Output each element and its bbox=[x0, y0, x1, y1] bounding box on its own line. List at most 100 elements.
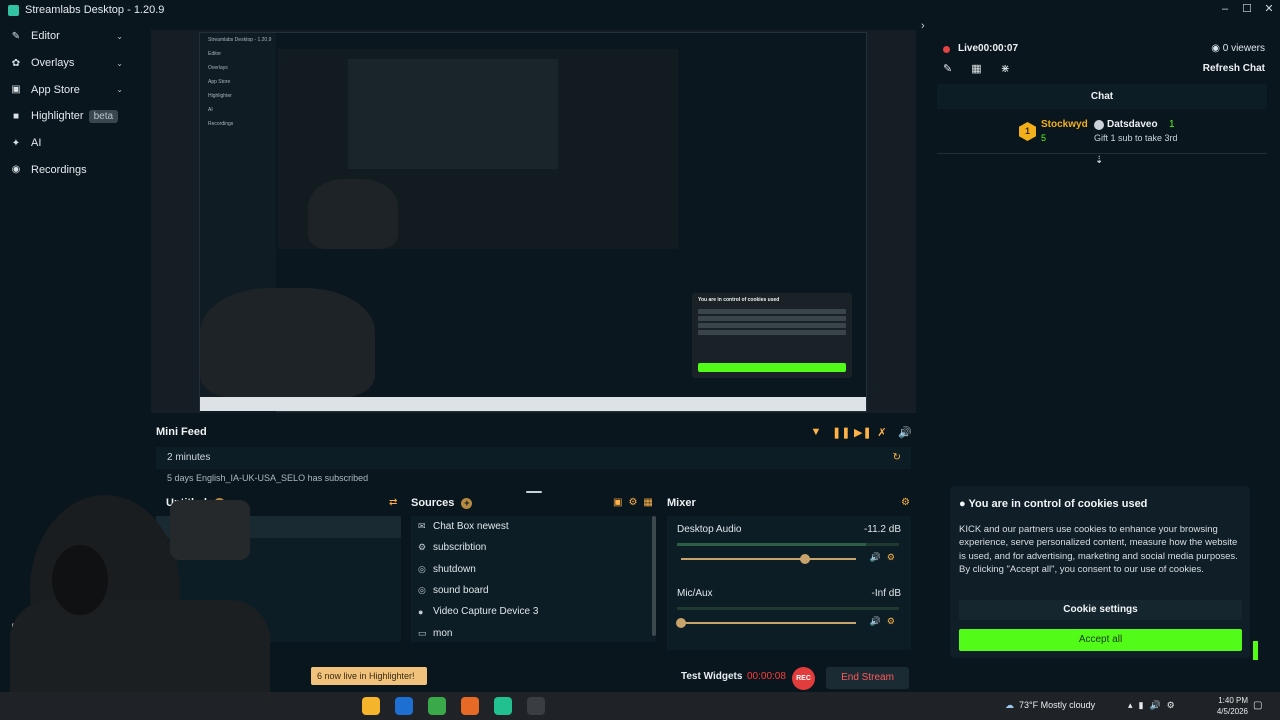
notification-icon[interactable]: ▢ bbox=[1253, 700, 1262, 711]
monitor-icon: ▭ bbox=[418, 627, 427, 638]
sidebar-item-label: App Store bbox=[31, 83, 80, 96]
filter-icon[interactable]: ▼ bbox=[810, 426, 822, 439]
sidebar-item-dashboard[interactable]: ▦ Dashb bbox=[0, 614, 135, 640]
window-title: Streamlabs Desktop - 1.20.9 bbox=[25, 4, 165, 16]
sidebar-item-ai[interactable]: ✦ AI bbox=[0, 130, 135, 157]
volume-slider-knob[interactable] bbox=[676, 618, 686, 628]
refresh-icon[interactable]: ↻ bbox=[893, 447, 901, 469]
chevron-right-icon[interactable]: › bbox=[921, 20, 925, 32]
nested-recursive-frame bbox=[348, 59, 558, 169]
scene-transitions-icon[interactable]: ⇄ bbox=[389, 497, 397, 508]
source-item[interactable]: ✉ Chat Box newest bbox=[411, 516, 656, 537]
pencil-icon: ✎ bbox=[11, 30, 21, 42]
taskbar-apps bbox=[362, 697, 545, 715]
gift-icon bbox=[1094, 120, 1104, 130]
mini-feed-title: Mini Feed bbox=[156, 426, 207, 438]
sidebar-item-label: Recordings bbox=[31, 163, 87, 176]
sidebar-item-get-help[interactable]: ? Get He bbox=[0, 640, 135, 666]
test-widgets-button[interactable]: Test Widgets bbox=[681, 671, 742, 682]
nested-nav-item: Editor bbox=[208, 51, 222, 57]
gift-message: Gift 1 sub to take 3rd bbox=[1094, 133, 1178, 143]
clock[interactable]: 1:40 PM 4/5/2026 bbox=[1204, 695, 1248, 717]
chat-icon: ✉ bbox=[418, 521, 426, 532]
nested-cookie-banner: You are in control of cookies used bbox=[692, 293, 852, 378]
folder-icon[interactable]: ▦ bbox=[971, 62, 981, 75]
mixer-channel-controls[interactable]: 🔊⚙ bbox=[870, 552, 901, 563]
pause-icon[interactable]: ❚❚ bbox=[832, 426, 850, 439]
nested-preview-area bbox=[278, 49, 678, 249]
stream-preview[interactable]: Streamlabs Desktop - 1.20.9 Editor Overl… bbox=[151, 30, 916, 413]
rec-button[interactable]: REC bbox=[792, 667, 815, 690]
nested-nav-item: AI bbox=[208, 107, 213, 113]
mini-feed-event: 5 days English_IA-UK-USA_SELO has subscr… bbox=[167, 473, 369, 483]
share-icon[interactable]: ⋇ bbox=[1001, 62, 1010, 75]
source-item[interactable]: ● Video Capture Device 3 bbox=[411, 601, 656, 622]
add-source-button[interactable]: + bbox=[461, 497, 473, 509]
recipient-name[interactable]: Datsdaveo bbox=[1107, 119, 1158, 130]
source-actions-icon[interactable]: ▣⚙▦ bbox=[613, 497, 659, 508]
title-bar: Streamlabs Desktop - 1.20.9 – ☐ ✕ bbox=[0, 0, 1280, 20]
volume-icon[interactable]: 🔊 bbox=[898, 426, 912, 439]
recipient-count: 1 bbox=[1169, 119, 1175, 130]
sidebar-bottom: ▦ Dashb ? Get He ⚙ Se bbox=[0, 614, 135, 692]
sidebar-item-settings[interactable]: ⚙ Se bbox=[0, 666, 135, 692]
sidebar-item-label: Dashb bbox=[31, 621, 63, 633]
scene-item-selected[interactable] bbox=[156, 516, 401, 538]
cookie-title: ● You are in control of cookies used bbox=[959, 498, 1148, 510]
chat-tools: ✎ ▦ ⋇ bbox=[943, 62, 1010, 75]
volume-slider[interactable] bbox=[681, 554, 856, 564]
streamlabs-window: Streamlabs Desktop - 1.20.9 – ☐ ✕ ✎ Edit… bbox=[0, 0, 1280, 720]
sources-scrollbar[interactable] bbox=[652, 516, 656, 636]
resize-handle[interactable] bbox=[526, 491, 542, 493]
scroll-down-icon[interactable]: ⇣ bbox=[1095, 155, 1103, 166]
highlighter-toast[interactable]: 6 now live in Highlighter! bbox=[311, 667, 427, 685]
close-button[interactable]: ✕ bbox=[1258, 0, 1280, 20]
app-icon[interactable] bbox=[527, 697, 545, 715]
source-item[interactable]: ◎ shutdown bbox=[411, 559, 656, 580]
end-stream-button[interactable]: End Stream bbox=[826, 667, 909, 689]
rank-badge: 1 bbox=[1019, 122, 1036, 141]
chat-header: Chat bbox=[937, 84, 1267, 109]
accept-all-button[interactable]: Accept all bbox=[959, 629, 1242, 651]
sidebar-item-overlays[interactable]: ✿ Overlays ⌄ bbox=[0, 50, 135, 77]
skip-icon[interactable]: ▶❚ bbox=[854, 426, 872, 439]
scenes-title: Untitled + bbox=[166, 497, 225, 509]
system-tray[interactable]: ▴▮🔊⚙ bbox=[1128, 700, 1181, 711]
sidebar-item-editor[interactable]: ✎ Editor ⌄ bbox=[0, 23, 135, 50]
source-item[interactable]: ⚙ subscribtion bbox=[411, 537, 656, 558]
sidebar-item-recordings[interactable]: ◉ Recordings bbox=[0, 156, 135, 183]
nested-taskbar bbox=[200, 397, 866, 411]
cookie-banner: ● You are in control of cookies used KIC… bbox=[950, 486, 1250, 658]
mute-alerts-icon[interactable]: ✗ bbox=[876, 426, 888, 439]
cookie-settings-button[interactable]: Cookie settings bbox=[959, 600, 1242, 620]
refresh-chat-button[interactable]: Refresh Chat bbox=[1203, 63, 1265, 74]
nested-person-large-image bbox=[200, 288, 375, 398]
source-item[interactable]: ▭ mon bbox=[411, 622, 656, 643]
volume-slider-knob[interactable] bbox=[800, 554, 811, 564]
editor-dock: Untitled + ⇄ Sources + ▣⚙▦ ✉ Chat Box newes… bbox=[151, 494, 916, 656]
sidebar-item-label: Highlighter bbox=[31, 110, 84, 123]
gifter-name[interactable]: Stockwyd bbox=[1041, 119, 1088, 130]
mixer-channel-controls[interactable]: 🔊⚙ bbox=[870, 616, 901, 627]
add-scene-button[interactable]: + bbox=[213, 497, 225, 509]
browser-icon[interactable] bbox=[428, 697, 446, 715]
mini-feed-controls: ▼ ❚❚ ▶❚ ✗ 🔊 bbox=[810, 426, 912, 439]
sidebar-item-highlighter[interactable]: ■ Highlighter beta bbox=[0, 103, 135, 130]
weather-widget[interactable]: ☁ 73°F Mostly cloudy bbox=[1005, 700, 1095, 711]
firefox-icon[interactable] bbox=[461, 697, 479, 715]
streamlabs-icon[interactable] bbox=[494, 697, 512, 715]
chrome-icon[interactable] bbox=[362, 697, 380, 715]
edit-icon[interactable]: ✎ bbox=[943, 62, 952, 75]
nested-screen-capture: Streamlabs Desktop - 1.20.9 Editor Overl… bbox=[199, 32, 867, 413]
mixer-settings-icon[interactable]: ⚙ bbox=[901, 497, 910, 508]
volume-slider[interactable] bbox=[676, 618, 856, 628]
source-item[interactable]: ◎ sound board bbox=[411, 580, 656, 601]
minimize-button[interactable]: – bbox=[1214, 0, 1236, 20]
sources-list: ✉ Chat Box newest ⚙ subscribtion ◎ shutdown… bbox=[411, 516, 656, 642]
chevron-down-icon: ⌄ bbox=[116, 58, 123, 68]
maximize-button[interactable]: ☐ bbox=[1236, 0, 1258, 20]
gifter-count: 5 bbox=[1041, 133, 1047, 143]
sidebar-item-app-store[interactable]: ▣ App Store ⌄ bbox=[0, 76, 135, 103]
volume-meter bbox=[677, 607, 899, 610]
outlook-icon[interactable] bbox=[395, 697, 413, 715]
